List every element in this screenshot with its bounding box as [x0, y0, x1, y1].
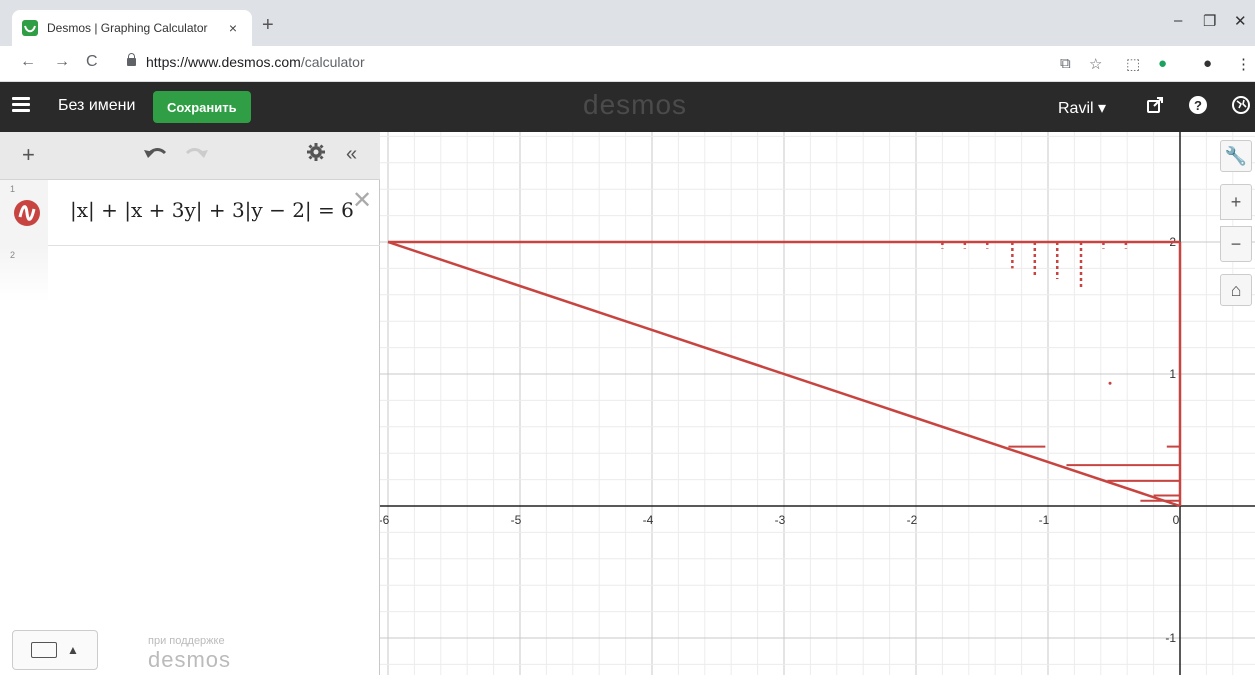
- add-item-icon[interactable]: +: [22, 142, 35, 168]
- reload-icon[interactable]: C: [86, 53, 98, 71]
- zoom-in-button[interactable]: +: [1220, 184, 1252, 220]
- x-tick-label: -2: [907, 513, 918, 527]
- tab-title: Desmos | Graphing Calculator: [47, 21, 208, 35]
- help-icon[interactable]: ?: [1188, 95, 1208, 115]
- expression-panel: + « 1 |x| + |x + 3y| + 3|y − 2| = 6 ✕ 2 …: [0, 132, 380, 675]
- minimize-button[interactable]: –: [1174, 12, 1182, 29]
- expression-index: 2: [10, 250, 16, 260]
- address-bar: ← → C https://www.desmos.com/calculator …: [0, 46, 1255, 82]
- lock-icon: [127, 53, 136, 66]
- graph-paper[interactable]: -6-5-4-3-2-1021-1 🔧 + − ⌂: [379, 132, 1255, 675]
- user-menu[interactable]: Ravil ▾: [1058, 98, 1106, 118]
- expression-toolbar: + «: [0, 132, 380, 180]
- collapse-panel-icon[interactable]: «: [346, 143, 357, 166]
- undo-icon[interactable]: [142, 142, 168, 168]
- x-tick-label: -3: [775, 513, 786, 527]
- x-tick-label: 0: [1173, 513, 1180, 527]
- bookmark-star-icon[interactable]: ☆: [1089, 55, 1102, 73]
- default-viewport-home-icon[interactable]: ⌂: [1220, 274, 1252, 306]
- hamburger-icon[interactable]: [12, 97, 30, 113]
- redo-icon[interactable]: [184, 142, 210, 168]
- url-field[interactable]: https://www.desmos.com/calculator: [146, 54, 365, 70]
- empty-expression-row[interactable]: 2: [0, 246, 48, 302]
- settings-gear-icon[interactable]: [306, 142, 326, 168]
- graph-color-icon[interactable]: [14, 200, 40, 226]
- browser-tab[interactable]: Desmos | Graphing Calculator ×: [12, 10, 252, 46]
- x-tick-label: -4: [643, 513, 654, 527]
- url-host: https://www.desmos.com: [146, 54, 301, 70]
- keyboard-icon: [31, 642, 58, 658]
- expression-input[interactable]: |x| + |x + 3y| + 3|y − 2| = 6: [70, 198, 354, 222]
- desmos-favicon-icon: [22, 20, 38, 36]
- caret-up-icon: ▲: [67, 643, 79, 657]
- share-icon[interactable]: [1145, 95, 1165, 115]
- desmos-header: Без имени Сохранить desmos Ravil ▾ ?: [0, 82, 1255, 132]
- more-menu-icon[interactable]: ⋮: [1236, 55, 1251, 73]
- globe-icon[interactable]: [1231, 95, 1251, 115]
- graph-canvas[interactable]: -6-5-4-3-2-1021-1: [379, 132, 1255, 675]
- profile-icon[interactable]: ●: [1203, 55, 1212, 72]
- save-button[interactable]: Сохранить: [153, 91, 251, 123]
- expression-row[interactable]: 1 |x| + |x + 3y| + 3|y − 2| = 6 ✕: [0, 180, 380, 246]
- y-tick-label: 1: [1169, 367, 1176, 381]
- powered-by-logo: desmos: [148, 647, 232, 672]
- powered-by-label: при поддержке: [148, 635, 225, 647]
- y-tick-label: -1: [1165, 631, 1176, 645]
- tab-close-icon[interactable]: ×: [224, 20, 242, 36]
- document-title[interactable]: Без имени: [58, 97, 135, 115]
- x-tick-label: -1: [1039, 513, 1050, 527]
- expression-gutter: 1: [0, 180, 48, 246]
- desmos-logo: desmos: [583, 89, 688, 120]
- expression-index: 1: [10, 184, 16, 194]
- extension-icon[interactable]: ●: [1158, 55, 1167, 72]
- back-icon[interactable]: ←: [20, 53, 36, 71]
- svg-text:?: ?: [1194, 98, 1202, 113]
- close-window-button[interactable]: ✕: [1234, 12, 1247, 30]
- x-tick-label: -5: [511, 513, 522, 527]
- x-tick-label: -6: [380, 513, 390, 527]
- forward-icon[interactable]: →: [54, 53, 70, 71]
- pdf-extension-icon[interactable]: ⬚: [1126, 55, 1140, 73]
- new-tab-button[interactable]: +: [262, 14, 274, 37]
- zoom-out-button[interactable]: −: [1220, 226, 1252, 262]
- graph-settings-wrench-icon[interactable]: 🔧: [1220, 140, 1252, 172]
- keypad-toggle-button[interactable]: ▲: [12, 630, 98, 670]
- delete-expression-icon[interactable]: ✕: [352, 186, 372, 215]
- browser-tabbar: Desmos | Graphing Calculator × + – ❐ ✕: [0, 0, 1255, 46]
- curve-artifact: [1108, 381, 1112, 385]
- translate-icon[interactable]: ⧉: [1060, 55, 1071, 72]
- restore-button[interactable]: ❐: [1203, 12, 1216, 30]
- url-path: /calculator: [300, 54, 365, 70]
